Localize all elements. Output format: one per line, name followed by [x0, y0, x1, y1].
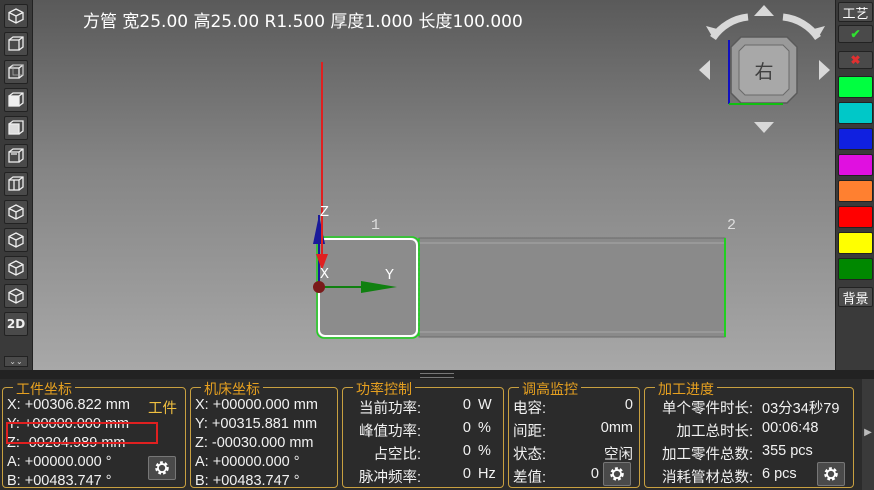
view-down-arrow: [754, 122, 774, 133]
process-button[interactable]: 工艺: [838, 2, 873, 22]
view-front-cube-icon[interactable]: [4, 32, 28, 56]
point-2-label: 2: [727, 217, 736, 234]
view-back-cube-icon[interactable]: [4, 60, 28, 84]
status-label: 状态:: [513, 447, 547, 463]
difference-label: 差值:: [513, 470, 547, 486]
view-iso5-cube-icon[interactable]: [4, 284, 28, 308]
status-panel: 工件坐标 X: +00306.822 mm 工件 Y: +00000.000 m…: [0, 379, 874, 490]
collapse-toolbar-button[interactable]: ⌄⌄: [4, 356, 28, 367]
color-swatch-3[interactable]: [838, 128, 873, 150]
power-current-value: 0: [462, 397, 471, 413]
tube-body: [418, 237, 726, 338]
view-2d-button[interactable]: 2D: [4, 312, 28, 336]
tubes-used-value: 6 pcs: [762, 466, 797, 482]
machine-x-value: X: +00000.000 mm: [195, 397, 318, 413]
height-monitor-title: 调高监控: [519, 379, 581, 399]
power-peak-unit: %: [478, 420, 491, 436]
workpiece-coords-title: 工件坐标: [13, 379, 75, 399]
color-swatch-4[interactable]: [838, 154, 873, 176]
axis-y-label: Y: [385, 267, 394, 284]
total-time-label: 加工总时长:: [676, 424, 753, 440]
single-part-time-label: 单个零件时长:: [661, 401, 753, 417]
total-parts-label: 加工零件总数:: [661, 447, 753, 463]
view-right-arrow: [819, 60, 830, 80]
view-iso3-cube-icon[interactable]: [4, 228, 28, 252]
workpiece-b-value: B: +00483.747 °: [7, 473, 112, 489]
3d-viewport[interactable]: 方管 宽25.00 高25.00 R1.500 厚度1.000 长度100.00…: [33, 0, 835, 370]
progress-title: 加工进度: [655, 379, 717, 399]
view-iso2-cube-icon[interactable]: [4, 200, 28, 224]
duty-cycle-label: 占空比:: [373, 447, 421, 463]
view-left-arrow: [699, 60, 710, 80]
capacitance-label: 电容:: [513, 401, 547, 417]
view-cube-navigator: 右: [699, 5, 830, 133]
right-toolbar: 工艺 ✔ ✖ 背景: [835, 0, 874, 370]
tubes-used-label: 消耗管材总数:: [661, 470, 753, 486]
machine-a-value: A: +00000.000 °: [195, 454, 300, 470]
capacitance-value: 0: [624, 397, 633, 413]
machine-z-value: Z: -00030.000 mm: [195, 435, 314, 451]
pulse-freq-unit: Hz: [478, 466, 496, 482]
point-1-label: 1: [371, 217, 380, 234]
view-iso4-cube-icon[interactable]: [4, 256, 28, 280]
view-right-cube-icon[interactable]: [4, 172, 28, 196]
power-peak-label: 峰值功率:: [358, 424, 421, 440]
pulse-freq-value: 0: [462, 466, 471, 482]
panel-scroll-button[interactable]: ▶: [862, 379, 874, 490]
confirm-check-icon[interactable]: ✔: [838, 25, 873, 43]
workpiece-x-value: X: +00306.822 mm: [7, 397, 130, 413]
background-button[interactable]: 背景: [838, 287, 873, 307]
total-time-value: 00:06:48: [762, 420, 819, 436]
height-monitor-group: 调高监控 电容: 0 间距: 0mm 状态: 空闲 差值: 0: [508, 379, 640, 488]
tube-scene: Z X Y 1 2 右: [313, 5, 830, 339]
power-control-title: 功率控制: [353, 379, 415, 399]
power-peak-value: 0: [462, 420, 471, 436]
workpiece-badge: 工件: [148, 401, 177, 417]
height-settings-gear-icon[interactable]: [603, 462, 631, 486]
view-bottom-cube-icon[interactable]: [4, 116, 28, 140]
color-swatch-2[interactable]: [838, 102, 873, 124]
color-swatch-6[interactable]: [838, 206, 873, 228]
machine-coords-title: 机床坐标: [201, 379, 263, 399]
gap-value: 0mm: [600, 420, 633, 436]
view-iso-cube-icon[interactable]: [4, 4, 28, 28]
gap-label: 间距:: [513, 424, 547, 440]
axis-z-label: Z: [320, 204, 329, 221]
duty-cycle-value: 0: [462, 443, 471, 459]
scroll-right-arrow-icon[interactable]: ▶: [863, 424, 873, 440]
single-part-time-value: 03分34秒79: [762, 401, 840, 417]
red-highlight-box: [6, 422, 158, 444]
view-cube-face-label: 右: [754, 61, 773, 83]
workpiece-settings-gear-icon[interactable]: [148, 456, 176, 480]
total-parts-value: 355 pcs: [762, 443, 813, 459]
left-toolbar: 2D ⌄⌄: [0, 0, 33, 370]
power-current-label: 当前功率:: [358, 401, 421, 417]
rotate-left-arc: [710, 13, 749, 41]
workpiece-a-value: A: +00000.000 °: [7, 454, 112, 470]
color-swatch-8[interactable]: [838, 258, 873, 280]
splitter-grip[interactable]: [420, 373, 454, 378]
color-swatch-1[interactable]: [838, 76, 873, 98]
machine-b-value: B: +00483.747 °: [195, 473, 300, 489]
axis-x-label: X: [320, 266, 329, 283]
machine-y-value: Y: +00315.881 mm: [195, 416, 318, 432]
progress-settings-gear-icon[interactable]: [817, 462, 845, 486]
view-top-cube-icon[interactable]: [4, 88, 28, 112]
progress-group: 加工进度 单个零件时长: 03分34秒79 加工总时长: 00:06:48 加工…: [644, 379, 854, 488]
power-control-group: 功率控制 当前功率: 0 W 峰值功率: 0 % 占空比: 0 % 脉冲频率: …: [342, 379, 504, 488]
status-value: 空闲: [604, 447, 633, 463]
power-current-unit: W: [478, 397, 492, 413]
view-left-cube-icon[interactable]: [4, 144, 28, 168]
color-swatch-5[interactable]: [838, 180, 873, 202]
app-window: 2D ⌄⌄ 方管 宽25.00 高25.00 R1.500 厚度1.000 长度…: [0, 0, 874, 490]
view-up-arrow: [754, 5, 774, 16]
color-swatch-7[interactable]: [838, 232, 873, 254]
pulse-freq-label: 脉冲频率:: [358, 470, 421, 486]
cancel-x-icon[interactable]: ✖: [838, 51, 873, 69]
rotate-right-arc: [782, 13, 821, 41]
machine-coords-group: 机床坐标 X: +00000.000 mm Y: +00315.881 mm Z…: [190, 379, 338, 489]
duty-cycle-unit: %: [478, 443, 491, 459]
difference-value: 0: [590, 466, 599, 482]
workpiece-coords-group: 工件坐标 X: +00306.822 mm 工件 Y: +00000.000 m…: [2, 379, 186, 489]
